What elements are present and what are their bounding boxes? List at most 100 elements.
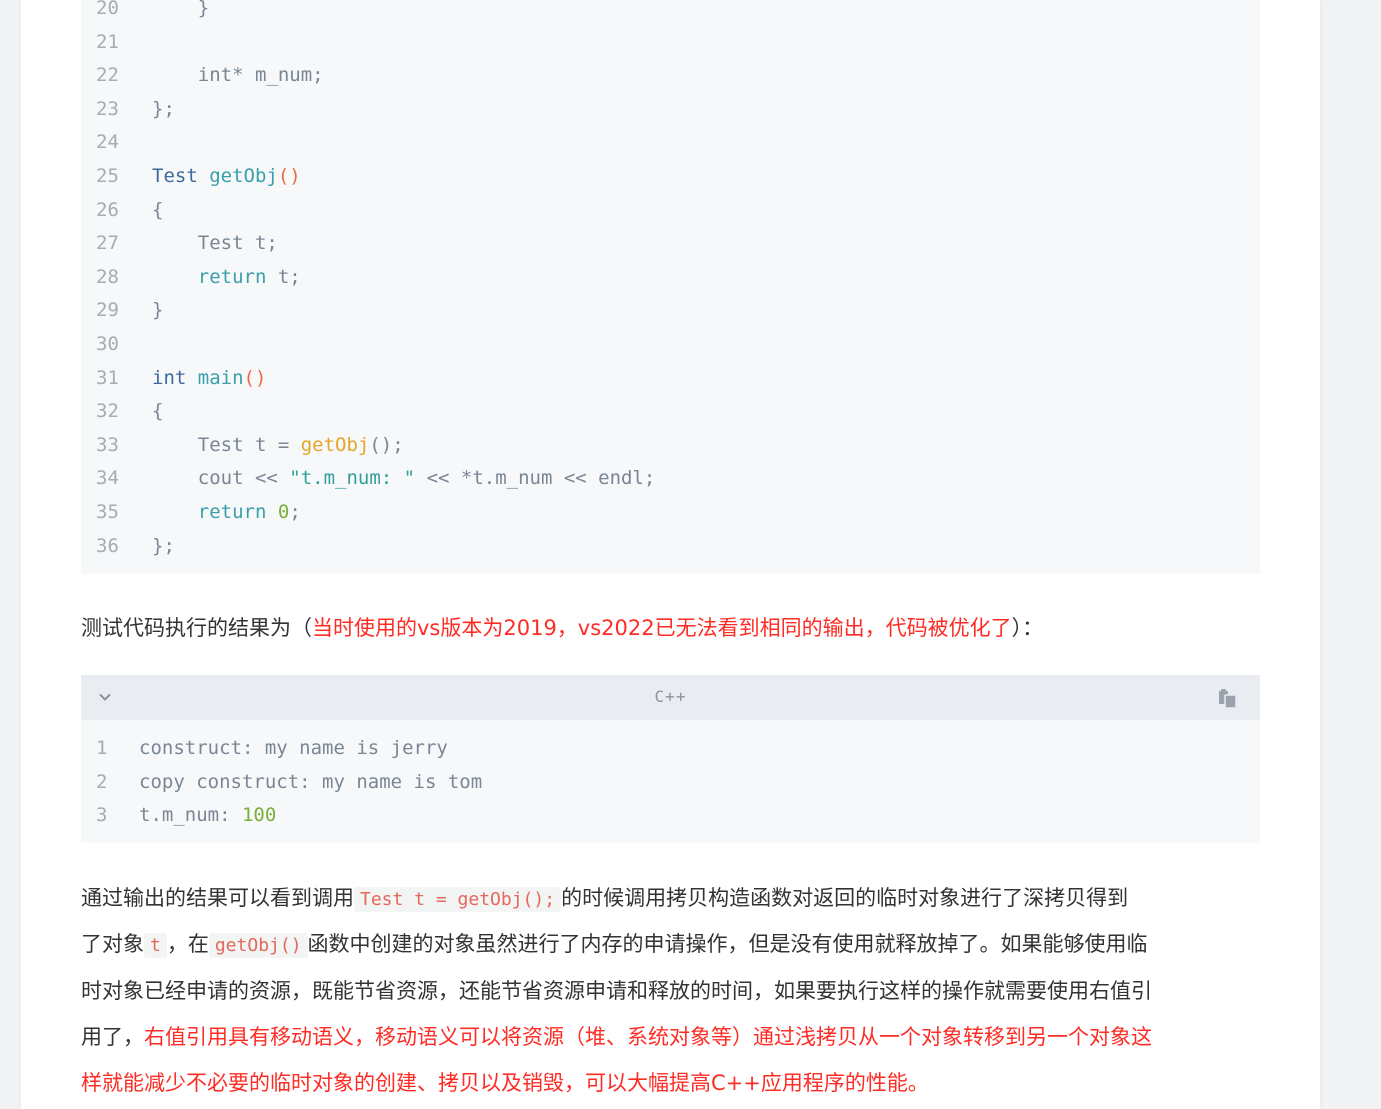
code-token: { xyxy=(152,198,164,221)
line-number: 33 xyxy=(96,433,119,456)
code-token: () xyxy=(243,366,267,389)
code-line: 21 xyxy=(81,25,1260,59)
code-text: Test getObj() xyxy=(152,159,301,193)
para2-text: 的时候调用拷贝构造函数对返回的临时对象进行了深拷贝得到 xyxy=(561,886,1129,910)
explanation-paragraph: 通过输出的结果可以看到调用 Test t = getObj(); 的时候调用拷贝构造… xyxy=(81,875,1266,1106)
code-token: Test t = xyxy=(152,433,301,456)
code-text: int main() xyxy=(152,361,266,395)
code-token: } xyxy=(152,0,210,19)
code-token: 100 xyxy=(241,804,277,827)
code-token: << *t.m_num << endl; xyxy=(415,467,656,490)
code-token: 0 xyxy=(277,501,290,523)
code-text: cout << "t.m_num: " << *t.m_num << endl; xyxy=(152,461,656,495)
code-language-label: C++ xyxy=(654,687,687,706)
code-block-1: 20 } 21 22 int* m_num; 23}; 24 25 Test getObj(… xyxy=(81,0,1260,574)
code-line: 33 Test t = getObj(); xyxy=(81,428,1260,462)
code-line: 31 int main() xyxy=(81,361,1260,395)
code-token: copy construct: my name is tom xyxy=(139,770,483,793)
code-line: 23}; xyxy=(81,92,1260,126)
copy-icon[interactable] xyxy=(1216,686,1240,710)
code-block-2: C++ 1 construct: my name is jerry 2 copy co… xyxy=(81,675,1260,843)
para2-text: 通过输出的结果可以看到调用 xyxy=(81,886,354,910)
code-token: Test t; xyxy=(152,232,278,255)
code-line: 30 xyxy=(81,327,1260,361)
code-text: Test t = getObj(); xyxy=(152,428,404,462)
line-number: 34 xyxy=(96,467,119,490)
code-line: 32 { xyxy=(81,394,1260,428)
code-text: Test t; xyxy=(152,226,278,260)
code-text: }; xyxy=(152,529,175,563)
code-line: 25 Test getObj() xyxy=(81,159,1260,193)
code-text: { xyxy=(152,193,163,227)
line-number: 25 xyxy=(96,165,119,187)
code-token: return xyxy=(197,501,267,523)
code-token: }; xyxy=(152,97,175,120)
code-token: (); xyxy=(369,433,404,456)
line-number: 22 xyxy=(96,64,119,87)
para2-text: 时对象已经申请的资源，既能节省资源，还能节省资源申请和释放的时间，如果要执行这样… xyxy=(81,978,1152,1003)
line-number: 36 xyxy=(96,534,119,557)
inline-code: getObj() xyxy=(208,933,308,959)
para2-text: 函数中创建的对象虽然进行了内存的申请操作，但是没有使用就释放掉了。如果能够使用临 xyxy=(307,932,1148,957)
code-line: 26 { xyxy=(81,193,1260,227)
line-number: 32 xyxy=(96,400,119,423)
code-text: } xyxy=(152,0,209,25)
para2-red-text: 样就能减少不必要的临时对象的创建、拷贝以及销毁，可以大幅提高C++应用程序的性能… xyxy=(81,1071,929,1096)
code-line: 35 return 0; xyxy=(81,495,1260,529)
para1-prefix: 测试代码执行的结果为（ xyxy=(81,616,312,640)
line-number: 2 xyxy=(96,770,108,793)
line-number: 30 xyxy=(96,333,119,355)
para2-text: 用了， xyxy=(81,1024,144,1049)
code-token: "t.m_num: " xyxy=(289,467,416,490)
code-line: 1 construct: my name is jerry xyxy=(81,731,1260,765)
line-number: 21 xyxy=(96,30,119,53)
para2-text: ，在 xyxy=(166,932,209,957)
code-line: 29} xyxy=(81,293,1260,327)
line-number: 27 xyxy=(96,232,119,255)
code-token: } xyxy=(152,299,164,322)
code-block-header: C++ xyxy=(81,675,1260,720)
code-text: int* m_num; xyxy=(152,58,324,92)
code-line: 27 Test t; xyxy=(81,226,1260,260)
line-number: 1 xyxy=(96,737,108,759)
code-token: { xyxy=(152,400,164,423)
code-token: main xyxy=(197,366,244,389)
code-token: ; xyxy=(289,501,301,523)
code-token: () xyxy=(277,165,301,187)
code-token: cout << xyxy=(152,467,290,490)
code-token: Test xyxy=(152,165,210,187)
code-text: { xyxy=(152,394,163,428)
code-token: t; xyxy=(266,265,301,288)
code-line: 36}; xyxy=(81,529,1260,563)
code-text: construct: my name is jerry xyxy=(139,731,448,765)
code-line: 24 xyxy=(81,125,1260,159)
code-text: copy construct: my name is tom xyxy=(139,765,482,799)
line-number: 26 xyxy=(96,198,119,221)
code-token: int xyxy=(152,366,198,389)
article-card: 20 } 21 22 int* m_num; 23}; 24 25 Test getObj(… xyxy=(21,0,1320,1109)
line-number: 29 xyxy=(96,299,119,322)
code-line: 34 cout << "t.m_num: " << *t.m_num << en… xyxy=(81,461,1260,495)
line-number: 24 xyxy=(96,131,119,154)
code-token: return xyxy=(197,265,267,288)
code-text: } xyxy=(152,293,163,327)
line-number: 3 xyxy=(96,804,108,827)
para1-suffix: ）： xyxy=(1011,616,1044,640)
line-number: 20 xyxy=(96,0,119,19)
code-text: return t; xyxy=(152,260,301,294)
inline-code: t xyxy=(144,933,167,959)
code-line: 2 copy construct: my name is tom xyxy=(81,765,1260,799)
para1-red-note: 当时使用的vs版本为2019，vs2022已无法看到相同的输出，代码被优化了 xyxy=(312,616,1012,640)
line-number: 35 xyxy=(96,501,119,523)
code-token: int* m_num; xyxy=(152,64,324,87)
code-line: 20 } xyxy=(81,0,1260,25)
code-text: }; xyxy=(152,92,175,126)
line-number: 31 xyxy=(96,366,119,389)
code-token: getObj xyxy=(300,433,370,456)
code-token: }; xyxy=(152,534,175,557)
code-token: t.m_num: xyxy=(139,804,242,827)
para2-red-text: 右值引用具有移动语义，移动语义可以将资源（堆、系统对象等）通过浅拷贝从一个对象转… xyxy=(144,1024,1152,1049)
